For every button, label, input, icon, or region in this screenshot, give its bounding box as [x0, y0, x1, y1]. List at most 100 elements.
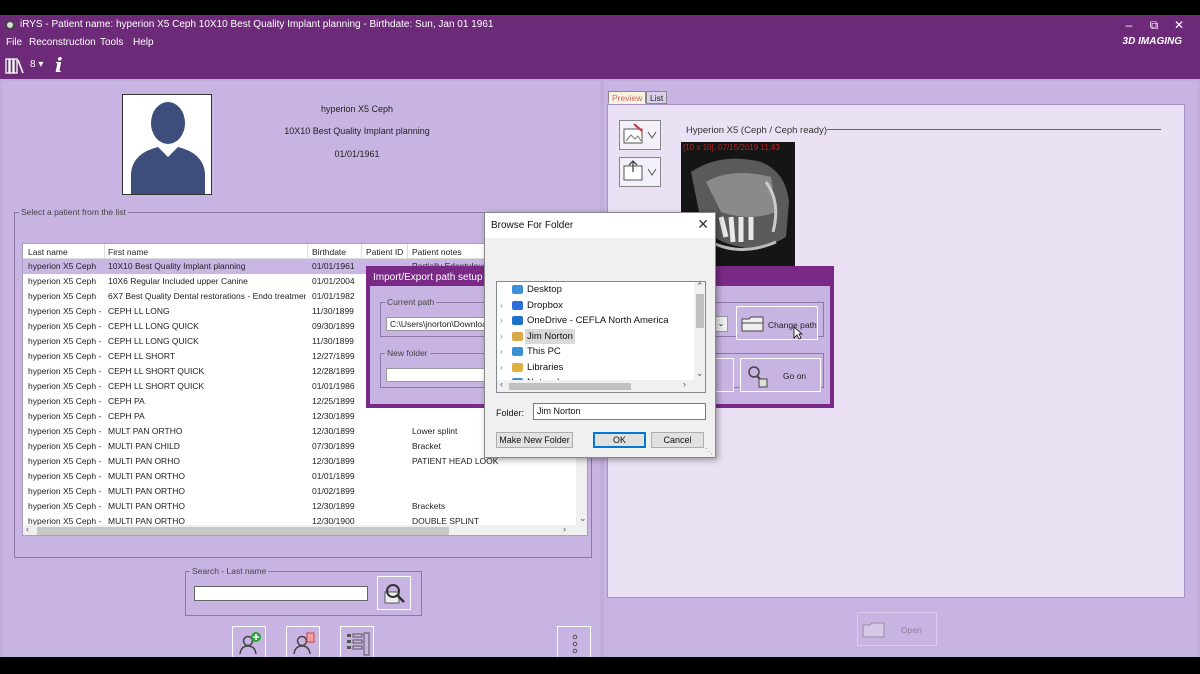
folder-icon	[741, 316, 764, 332]
col-last-name[interactable]: Last name	[28, 247, 68, 257]
export-image-icon	[623, 160, 657, 181]
tree-vertical-thumb[interactable]	[696, 294, 704, 328]
tree-item[interactable]: › Jim Norton	[497, 328, 697, 344]
tree-scroll-down-icon[interactable]: ⌄	[696, 368, 704, 379]
tree-item-label: Desktop	[527, 284, 562, 295]
open-button[interactable]: Open	[857, 612, 937, 646]
delete-patient-icon	[293, 632, 315, 655]
ok-button[interactable]: OK	[593, 432, 646, 448]
onedrive-icon	[512, 316, 523, 325]
col-patient-id[interactable]: Patient ID	[366, 247, 403, 257]
search-input[interactable]	[194, 586, 368, 601]
close-icon[interactable]: ✕	[697, 216, 709, 233]
dropbox-icon	[512, 300, 523, 310]
tree-item[interactable]: Desktop	[497, 282, 697, 297]
menu-file[interactable]: File	[6, 36, 22, 50]
letterbox-top	[0, 0, 1200, 15]
scroll-right-icon[interactable]: ›	[563, 524, 566, 534]
patient-avatar	[122, 94, 212, 195]
search-button[interactable]	[377, 576, 411, 610]
tree-item-label: Dropbox	[527, 299, 563, 311]
cell-birthdate: 12/30/1899	[312, 501, 355, 511]
delete-patient-button[interactable]	[286, 626, 320, 660]
export-image-button[interactable]	[619, 157, 661, 187]
cell-first-name: CEPH PA	[108, 411, 145, 421]
expand-chevron-icon[interactable]: ›	[500, 298, 503, 313]
expand-chevron-icon[interactable]: ›	[500, 313, 503, 328]
col-birthdate[interactable]: Birthdate	[312, 247, 346, 257]
window-title: iRYS - Patient name: hyperion X5 Ceph 10…	[20, 19, 494, 30]
cell-last-name: hyperion X5 Ceph -	[28, 366, 102, 376]
menu-reconstruction[interactable]: Reconstruction	[29, 36, 96, 50]
tree-vertical-scrollbar[interactable]: ⌃ ⌄	[694, 282, 705, 380]
menu-help[interactable]: Help	[133, 36, 154, 50]
device-divider	[827, 129, 1161, 130]
resize-grip-icon[interactable]: ⋱	[705, 447, 713, 456]
more-options-button[interactable]	[557, 626, 591, 660]
tab-list[interactable]: List	[646, 91, 668, 104]
cell-last-name: hyperion X5 Ceph -	[28, 336, 102, 346]
tree-item-label: Libraries	[527, 361, 564, 373]
tree-scroll-right-icon[interactable]: ›	[683, 379, 686, 389]
tree-scroll-up-icon[interactable]: ⌃	[696, 282, 704, 292]
tree-scroll-left-icon[interactable]: ‹	[500, 379, 503, 389]
patient-list-legend: Select a patient from the list	[21, 207, 126, 217]
expand-chevron-icon[interactable]: ›	[500, 344, 503, 359]
change-path-button[interactable]: Change path	[736, 306, 818, 340]
cell-birthdate: 12/25/1899	[312, 396, 355, 406]
menu-tools[interactable]: Tools	[100, 36, 123, 50]
go-on-button[interactable]: Go on	[740, 358, 821, 392]
image-tools-button[interactable]	[619, 120, 661, 150]
cell-birthdate: 12/30/1899	[312, 456, 355, 466]
add-patient-button[interactable]	[232, 626, 266, 660]
folder-field[interactable]: Jim Norton	[533, 403, 706, 420]
scroll-down-icon[interactable]: ⌄	[579, 513, 587, 524]
tab-preview[interactable]: Preview	[608, 91, 647, 104]
expand-chevron-icon[interactable]: ›	[500, 329, 503, 344]
table-row[interactable]: hyperion X5 Ceph - MULTI PAN ORTHO 12/30/1…	[23, 499, 579, 514]
cell-first-name: MULTI PAN CHILD	[108, 441, 180, 451]
new-folder-legend: New folder	[387, 348, 428, 358]
list-view-button[interactable]	[340, 626, 374, 660]
folder-label: Folder:	[496, 408, 525, 418]
table-row[interactable]: hyperion X5 Ceph - MULTI PAN ORTHO 01/02/1…	[23, 484, 579, 499]
cell-first-name: CEPH LL LONG QUICK	[108, 321, 199, 331]
go-on-label: Go on	[783, 371, 807, 381]
col-patient-notes[interactable]: Patient notes	[412, 247, 462, 257]
make-new-folder-button[interactable]: Make New Folder	[496, 432, 573, 448]
folder-tree[interactable]: Desktop › Dropbox › OneDrive - CEFLA North A…	[496, 281, 706, 393]
libraries-icon	[512, 362, 523, 372]
expand-chevron-icon[interactable]: ›	[500, 360, 503, 375]
tree-horizontal-thumb[interactable]	[509, 383, 631, 390]
cell-first-name: MULTI PAN ORHO	[108, 456, 180, 466]
horizontal-scroll-thumb[interactable]	[37, 527, 449, 535]
cell-first-name: CEPH LL SHORT	[108, 351, 176, 361]
list-icon	[347, 632, 370, 656]
tree-item[interactable]: › This PC	[497, 344, 697, 359]
cell-last-name: hyperion X5 Ceph -	[28, 321, 102, 331]
path-dropdown-icon[interactable]: ⌄	[714, 316, 728, 332]
close-button[interactable]: ✕	[1166, 15, 1192, 35]
tree-item-label: This PC	[527, 346, 561, 357]
cell-last-name: hyperion X5 Ceph -	[28, 426, 102, 436]
tree-item[interactable]: › Libraries	[497, 360, 697, 375]
col-first-name[interactable]: First name	[108, 247, 148, 257]
restore-button[interactable]: ⧉	[1141, 15, 1167, 35]
history-dropdown[interactable]: 8 ▾	[30, 59, 43, 70]
tree-item[interactable]: › OneDrive - CEFLA North America	[497, 313, 697, 328]
info-icon[interactable]: i	[55, 53, 63, 77]
tree-horizontal-scrollbar[interactable]: ‹ ›	[497, 379, 705, 392]
table-horizontal-scrollbar[interactable]: ‹ ›	[23, 524, 587, 535]
more-vertical-icon	[572, 634, 578, 654]
library-icon[interactable]	[5, 56, 25, 74]
cell-first-name: MULT PAN ORTHO	[108, 426, 183, 436]
tree-item[interactable]: › Dropbox	[497, 298, 697, 313]
add-patient-icon	[239, 632, 261, 655]
cell-last-name: hyperion X5 Ceph -	[28, 411, 102, 421]
scroll-left-icon[interactable]: ‹	[26, 524, 29, 534]
cell-birthdate: 09/30/1899	[312, 321, 355, 331]
minimize-button[interactable]: –	[1116, 15, 1142, 35]
table-row[interactable]: hyperion X5 Ceph - MULTI PAN ORTHO 01/01/1…	[23, 469, 579, 484]
cancel-button[interactable]: Cancel	[651, 432, 704, 448]
browse-dialog-title: Browse For Folder	[485, 213, 715, 238]
